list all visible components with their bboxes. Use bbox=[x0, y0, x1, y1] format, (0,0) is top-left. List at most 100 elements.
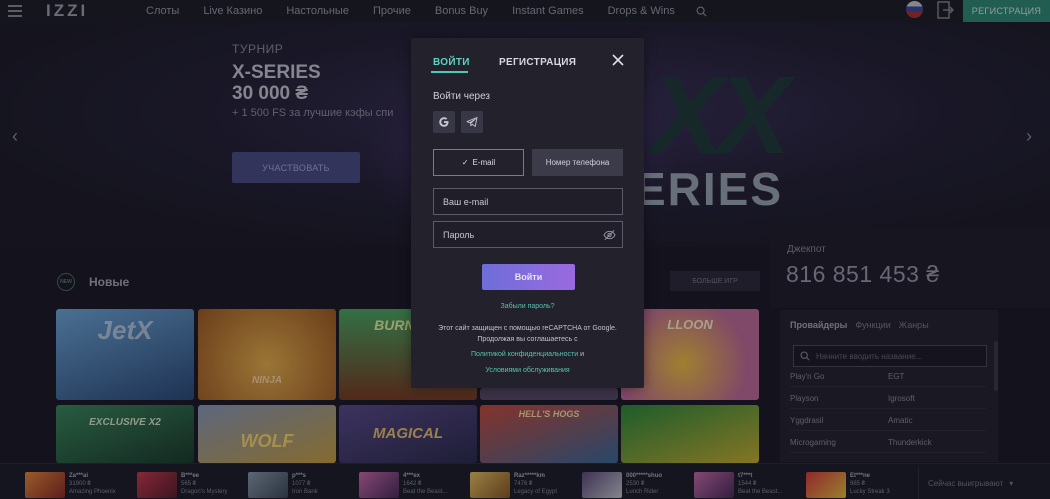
game-tile[interactable] bbox=[621, 405, 759, 463]
winner-amount: 1544 ₴ bbox=[738, 481, 757, 487]
recaptcha-notice: Этот сайт защищен с помощью reCAPTCHA от… bbox=[421, 323, 634, 345]
tab-register[interactable]: РЕГИСТРАЦИЯ bbox=[499, 57, 576, 68]
tab-providers[interactable]: Провайдеры bbox=[790, 320, 847, 330]
now-winning-dropdown[interactable]: Сейчас выигрывают ▾ bbox=[918, 467, 1018, 499]
join-tournament-button[interactable]: УЧАСТВОВАТЬ bbox=[232, 152, 360, 183]
hero-next-arrow-icon[interactable]: › bbox=[1026, 126, 1032, 147]
winner-user: t7***t bbox=[738, 473, 753, 479]
provider-row: Play'n Go EGT bbox=[790, 368, 986, 387]
winner-game: Beat the Beast... bbox=[403, 489, 448, 495]
forgot-password-link[interactable]: Забыли пароль? bbox=[411, 303, 644, 310]
now-winning-label: Сейчас выигрывают bbox=[928, 478, 1004, 488]
winner-item[interactable]: 000*****shuo 2530 ₴ Lunch Rider bbox=[582, 472, 662, 498]
tab-genres[interactable]: Жанры bbox=[899, 320, 929, 330]
nav-item-table[interactable]: Настольные bbox=[274, 5, 361, 17]
login-method-email[interactable]: ✓ E-mail bbox=[433, 149, 524, 176]
winner-item[interactable]: Et***ne 985 ₴ Lucky Streak 3 bbox=[806, 472, 890, 498]
provider-item[interactable]: Yggdrasil bbox=[790, 412, 888, 430]
provider-item[interactable]: Amatic bbox=[888, 412, 986, 430]
provider-item[interactable]: Igrosoft bbox=[888, 390, 986, 408]
winner-item[interactable]: t7***t 1544 ₴ Beat the Beast... bbox=[694, 472, 782, 498]
login-modal: ВОЙТИ РЕГИСТРАЦИЯ Войти через ✓ E-mail Н… bbox=[411, 38, 644, 388]
login-via-label: Войти через bbox=[433, 91, 491, 102]
nav-item-slots[interactable]: Слоты bbox=[134, 5, 191, 17]
email-field[interactable]: Ваш e-mail bbox=[433, 188, 623, 215]
winner-text: 000*****shuo 2530 ₴ Lunch Rider bbox=[626, 472, 662, 498]
winner-game: Iron Bank bbox=[292, 489, 318, 495]
language-flag-icon[interactable] bbox=[906, 1, 923, 18]
provider-row: Playson Igrosoft bbox=[790, 390, 986, 409]
game-tile[interactable]: WOLF bbox=[198, 405, 336, 463]
game-tile-label: WOLF bbox=[240, 431, 294, 451]
terms-link[interactable]: Условиями обслуживания bbox=[485, 367, 569, 374]
winner-game: Lunch Rider bbox=[626, 489, 659, 495]
winner-amount: 7476 ₴ bbox=[514, 481, 533, 487]
tab-login[interactable]: ВОЙТИ bbox=[433, 57, 470, 68]
login-method-phone[interactable]: Номер телефона bbox=[532, 149, 623, 176]
providers-tabs: Провайдеры Функции Жанры bbox=[780, 310, 998, 330]
google-login-button[interactable] bbox=[433, 111, 455, 133]
winner-item[interactable]: B***ee 565 ₴ Dragon's Mystery bbox=[137, 472, 228, 498]
telegram-icon bbox=[466, 117, 478, 127]
nav-item-live-casino[interactable]: Live Казино bbox=[191, 5, 274, 17]
nav-item-bonus-buy[interactable]: Bonus Buy bbox=[423, 5, 500, 17]
providers-scrollbar[interactable] bbox=[994, 341, 998, 391]
telegram-login-button[interactable] bbox=[461, 111, 483, 133]
game-tile-label: NINJA bbox=[251, 375, 282, 386]
header-register-button[interactable]: РЕГИСТРАЦИЯ bbox=[963, 0, 1050, 22]
winner-text: Et***ne 985 ₴ Lucky Streak 3 bbox=[850, 472, 890, 498]
winner-item[interactable]: p***s 1077 ₴ Iron Bank bbox=[248, 472, 318, 498]
site-logo[interactable]: IZZI bbox=[46, 1, 116, 21]
winner-user: 000*****shuo bbox=[626, 473, 663, 479]
winner-game: Amazing Phoenix bbox=[69, 489, 116, 495]
provider-item[interactable]: Play'n Go bbox=[790, 368, 888, 386]
more-games-button[interactable]: БОЛЬШЕ ИГР bbox=[670, 271, 760, 291]
login-method-email-label: E-mail bbox=[472, 158, 496, 167]
game-tile[interactable] bbox=[480, 388, 618, 400]
providers-search-input[interactable]: Начните вводить название... bbox=[793, 345, 987, 367]
jackpot-value: 816 851 453 ₴ bbox=[786, 261, 940, 287]
winner-amount: 31900 ₴ bbox=[69, 481, 91, 487]
game-tile[interactable]: HELL'S HOGS bbox=[480, 405, 618, 463]
and-text: и bbox=[580, 351, 584, 358]
game-tile[interactable]: NINJA bbox=[198, 309, 336, 400]
provider-item[interactable]: Playson bbox=[790, 390, 888, 408]
top-header: IZZI Слоты Live Казино Настольные Прочие… bbox=[0, 0, 1050, 22]
game-tile[interactable]: JetX bbox=[56, 309, 194, 400]
recaptcha-links: Политикой конфиденциальности и bbox=[421, 349, 634, 360]
winner-text: Raz*****km 7476 ₴ Legacy of Egypt bbox=[514, 472, 557, 498]
winner-game: Dragon's Mystery bbox=[181, 489, 228, 495]
winner-game-thumbnail bbox=[137, 472, 177, 498]
close-icon[interactable] bbox=[610, 52, 626, 68]
provider-item[interactable]: Thunderkick bbox=[888, 434, 986, 452]
search-icon bbox=[800, 351, 810, 361]
login-submit-button[interactable]: Войти bbox=[482, 264, 575, 290]
winner-item[interactable]: Za***ai 31900 ₴ Amazing Phoenix bbox=[25, 472, 116, 498]
tab-features[interactable]: Функции bbox=[855, 320, 890, 330]
menu-icon[interactable] bbox=[0, 0, 30, 22]
nav-item-instant-games[interactable]: Instant Games bbox=[500, 5, 596, 17]
game-tile-label: HELL'S HOGS bbox=[518, 409, 580, 419]
winner-game-thumbnail bbox=[694, 472, 734, 498]
login-icon[interactable] bbox=[934, 0, 954, 20]
privacy-policy-link[interactable]: Политикой конфиденциальности bbox=[471, 351, 578, 358]
hero-art-title: XX bbox=[650, 54, 791, 177]
hero-prev-arrow-icon[interactable]: ‹ bbox=[12, 126, 18, 147]
provider-item[interactable]: Microgaming bbox=[790, 434, 888, 452]
winner-amount: 1642 ₴ bbox=[403, 481, 422, 487]
game-tile[interactable]: EXCLUSIVE X2 bbox=[56, 405, 194, 463]
provider-item[interactable]: EGT bbox=[888, 368, 986, 386]
winner-user: Raz*****km bbox=[514, 473, 546, 479]
winner-text: Za***ai 31900 ₴ Amazing Phoenix bbox=[69, 472, 116, 498]
password-field[interactable]: Пароль bbox=[433, 221, 623, 248]
game-tile[interactable]: MAGICAL bbox=[339, 405, 477, 463]
winner-item[interactable]: 4***ex 1642 ₴ Beat the Beast... bbox=[359, 472, 447, 498]
password-placeholder: Пароль bbox=[443, 229, 475, 240]
eye-off-icon[interactable] bbox=[603, 229, 616, 241]
nav-item-drops-wins[interactable]: Drops & Wins bbox=[596, 5, 687, 17]
winner-item[interactable]: Raz*****km 7476 ₴ Legacy of Egypt bbox=[470, 472, 557, 498]
winner-game: Legacy of Egypt bbox=[514, 489, 558, 495]
nav-item-other[interactable]: Прочие bbox=[361, 5, 423, 17]
providers-panel: Провайдеры Функции Жанры Начните вводить… bbox=[780, 310, 998, 462]
search-icon[interactable] bbox=[687, 0, 717, 22]
